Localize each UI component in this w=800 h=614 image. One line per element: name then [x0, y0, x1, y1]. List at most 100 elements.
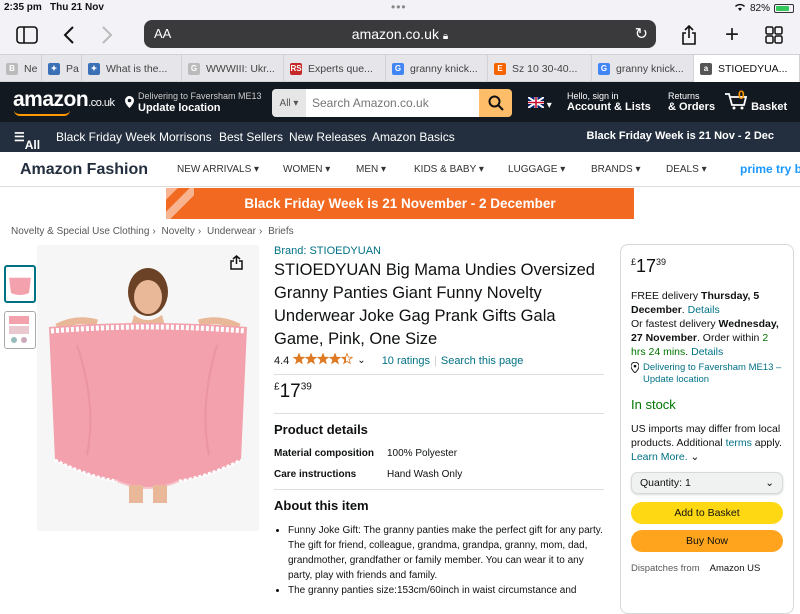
- details-link[interactable]: Details: [691, 346, 723, 358]
- multitask-dots-icon[interactable]: •••: [391, 0, 407, 14]
- amazon-header: amazon.co.uk Delivering to Faversham ME1…: [0, 82, 800, 122]
- subnav-item[interactable]: Morrisons: [159, 130, 212, 144]
- search-category-select[interactable]: All ▾: [272, 89, 306, 117]
- about-bullet: Funny Joke Gift: The granny panties make…: [288, 523, 604, 583]
- all-menu-button[interactable]: ☰ All: [14, 130, 40, 152]
- browser-tab[interactable]: Ggranny knick...: [386, 55, 488, 82]
- product-image[interactable]: [37, 245, 259, 531]
- divider: [274, 413, 604, 414]
- amazon-smile-icon: [14, 110, 70, 116]
- quantity-select[interactable]: Quantity: 1 ⌄: [631, 472, 783, 494]
- rating-value: 4.4: [274, 354, 290, 367]
- tab-favicon-icon: E: [494, 62, 506, 75]
- fashion-nav-item[interactable]: LUGGAGE ▾: [508, 164, 565, 175]
- browser-tab[interactable]: G WWWIII: Ukr...: [182, 55, 284, 82]
- browser-tab[interactable]: ✦ Pa: [42, 55, 82, 82]
- fashion-nav-item[interactable]: DEALS ▾: [666, 164, 707, 175]
- about-section: About this item Funny Joke Gift: The gra…: [274, 498, 604, 598]
- thumbnail-image[interactable]: [4, 265, 36, 303]
- chevron-down-icon[interactable]: ⌄: [691, 451, 700, 463]
- ratings-count-link[interactable]: 10 ratings: [382, 355, 430, 367]
- basket-count: 0: [738, 88, 745, 102]
- deliver-line2: Update location: [138, 102, 221, 114]
- status-right: 82%: [734, 2, 794, 14]
- details-link[interactable]: Details: [688, 304, 720, 316]
- tab-label: WWWIII: Ukr...: [206, 62, 275, 75]
- breadcrumb-item[interactable]: Underwear: [207, 226, 256, 237]
- browser-tab[interactable]: ✦ What is the...: [82, 55, 182, 82]
- details-row: Care instructions Hand Wash Only: [274, 468, 604, 482]
- fastest-delivery: Or fastest delivery Wednesday, 27 Novemb…: [631, 318, 779, 358]
- search-page-link[interactable]: Search this page: [441, 355, 524, 367]
- battery-icon: [774, 3, 794, 13]
- update-location[interactable]: Delivering to Faversham ME13 – Update lo…: [630, 361, 783, 386]
- chevron-down-icon[interactable]: ⌄: [357, 355, 365, 366]
- share-icon[interactable]: [230, 255, 243, 273]
- delivery-info: FREE delivery Thursday, 5 December. Deta…: [631, 290, 760, 316]
- tab-favicon-icon: B: [6, 62, 18, 75]
- buy-now-button[interactable]: Buy Now: [631, 530, 783, 552]
- fashion-nav-item[interactable]: MEN ▾: [356, 164, 386, 175]
- promo-text[interactable]: Black Friday Week is 21 Nov - 2 Dec: [587, 130, 775, 142]
- search-input[interactable]: [306, 89, 479, 117]
- fashion-brand[interactable]: Amazon Fashion: [20, 161, 148, 179]
- tab-label: Pa: [66, 62, 79, 75]
- new-tab-icon[interactable]: +: [719, 21, 745, 48]
- address-bar[interactable]: AA amazon.co.uk 🔒︎ ↻: [144, 20, 656, 48]
- tab-label: granny knick...: [410, 62, 478, 75]
- browser-tab[interactable]: a STIOEDYUA...: [694, 55, 800, 82]
- amazon-logo[interactable]: amazon.co.uk: [13, 88, 115, 112]
- divider: [274, 489, 604, 490]
- subnav-item[interactable]: Best Sellers: [219, 130, 283, 144]
- thumbnail-image[interactable]: [4, 311, 36, 349]
- browser-tab[interactable]: RS Experts que...: [284, 55, 386, 82]
- tab-favicon-icon: G: [598, 62, 610, 75]
- black-friday-banner[interactable]: Black Friday Week is 21 November - 2 Dec…: [166, 188, 634, 219]
- browser-tab[interactable]: Ggranny knick...: [592, 55, 694, 82]
- prime-try-link[interactable]: prime try be: [740, 162, 800, 176]
- breadcrumb-item[interactable]: Novelty & Special Use Clothing: [11, 226, 149, 237]
- subnav-item[interactable]: Amazon Basics: [372, 130, 455, 144]
- breadcrumb-item[interactable]: Briefs: [268, 226, 294, 237]
- product-info: Brand: STIOEDYUAN STIOEDYUAN Big Mama Un…: [274, 245, 604, 598]
- tab-favicon-icon: ✦: [88, 62, 100, 75]
- browser-tab[interactable]: B Ne: [0, 55, 42, 82]
- sidebar-icon[interactable]: [14, 22, 40, 48]
- add-to-basket-button[interactable]: Add to Basket: [631, 502, 783, 524]
- brand-link[interactable]: Brand: STIOEDYUAN: [274, 245, 604, 257]
- subnav-item[interactable]: Black Friday Week: [56, 130, 156, 144]
- basket-button[interactable]: 0 Basket: [724, 88, 787, 113]
- buybox-price: £1739: [631, 256, 667, 276]
- search-bar: All ▾: [272, 89, 512, 117]
- details-value: 100% Polyester: [387, 448, 458, 459]
- about-bullet: The granny panties size:153cm/60inch in …: [288, 583, 604, 598]
- reload-icon[interactable]: ↻: [635, 24, 648, 44]
- tab-strip: B Ne ✦ Pa ✦ What is the... G WWWIII: Ukr... RS Ex…: [0, 54, 800, 82]
- details-table: Material composition 100% Polyester Care…: [274, 447, 604, 482]
- account-lists[interactable]: Hello, sign in Account & Lists: [567, 91, 651, 113]
- returns-line2: & Orders: [668, 101, 716, 113]
- learn-more-link[interactable]: Learn More.: [631, 451, 688, 463]
- share-icon[interactable]: [676, 22, 702, 48]
- fashion-nav-item[interactable]: BRANDS ▾: [591, 164, 641, 175]
- deliver-to[interactable]: Delivering to Faversham ME13 Update loca…: [125, 90, 262, 114]
- divider: [274, 374, 604, 375]
- search-icon[interactable]: [479, 89, 512, 117]
- breadcrumb-item[interactable]: Novelty: [162, 226, 195, 237]
- fashion-nav-item[interactable]: NEW ARRIVALS ▾: [177, 164, 259, 175]
- language-flag-icon[interactable]: ▾: [527, 96, 552, 111]
- deliver-line1: Delivering to Faversham ME13: [138, 91, 262, 101]
- terms-link[interactable]: terms: [726, 437, 752, 449]
- location-pin-icon: [125, 96, 134, 111]
- fashion-nav-item[interactable]: KIDS & BABY ▾: [414, 164, 484, 175]
- fashion-nav-item[interactable]: WOMEN ▾: [283, 164, 330, 175]
- product-title: STIOEDYUAN Big Mama Undies Oversized Gra…: [274, 261, 595, 348]
- status-date: Thu 21 Nov: [50, 2, 104, 13]
- browser-tab[interactable]: E Sz 10 30-40...: [488, 55, 592, 82]
- returns-orders[interactable]: Returns & Orders: [668, 91, 715, 113]
- subnav-item[interactable]: New Releases: [289, 130, 366, 144]
- forward-icon[interactable]: [94, 22, 120, 48]
- tab-overview-icon[interactable]: [761, 22, 787, 48]
- back-icon[interactable]: [56, 22, 82, 48]
- rating-stars[interactable]: [292, 352, 354, 368]
